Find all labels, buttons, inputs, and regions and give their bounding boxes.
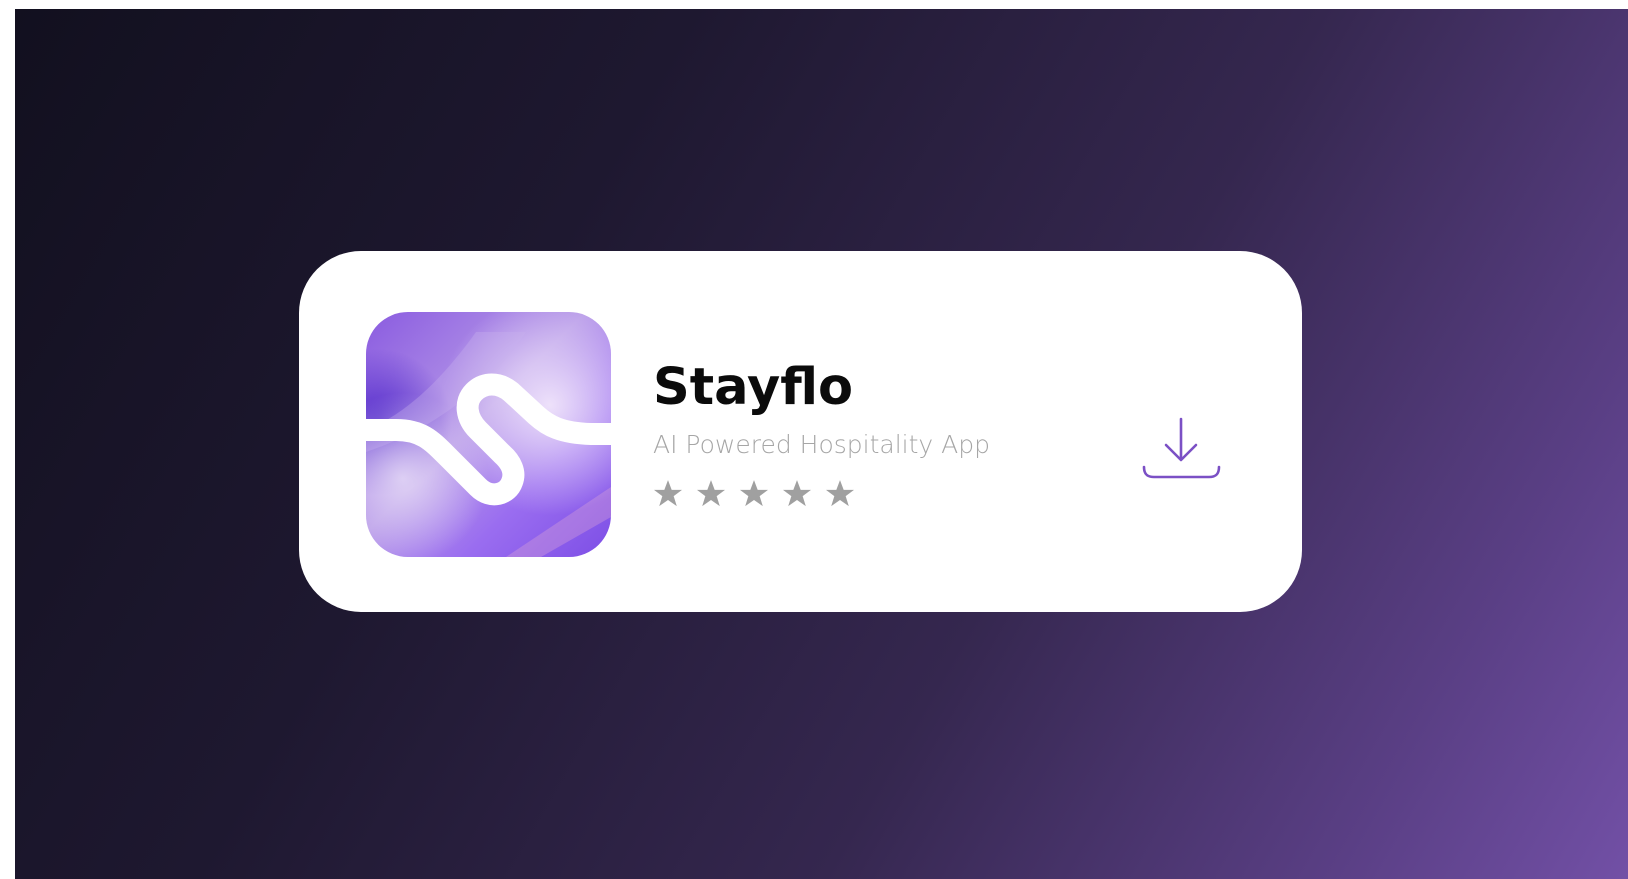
app-card[interactable]: Stayflo AI Powered Hospitality App [299, 251, 1302, 612]
star-icon [825, 480, 855, 507]
stayflo-logo-icon[interactable] [366, 312, 611, 557]
star-icon [782, 480, 812, 507]
star-icon [739, 480, 769, 507]
download-icon [1142, 417, 1221, 479]
star-rating [651, 477, 857, 513]
app-subtitle: AI Powered Hospitality App [653, 430, 990, 459]
background-canvas: Stayflo AI Powered Hospitality App [15, 9, 1628, 879]
app-title: Stayflo [653, 358, 854, 417]
star-icon [696, 480, 726, 507]
download-button[interactable] [1142, 414, 1222, 480]
star-icon [653, 480, 683, 507]
